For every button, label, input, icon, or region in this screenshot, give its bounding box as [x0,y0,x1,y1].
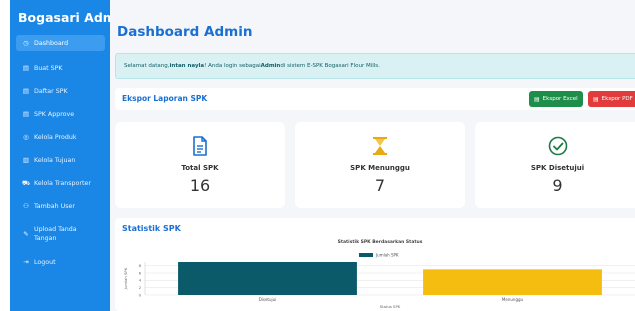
sidebar-item-label: Dashboard [34,39,69,47]
page-title: Dashboard Admin [117,24,253,40]
gauge-icon: ◷ [23,39,29,47]
chart-card: Statistik SPK Statistik SPK Berdasarkan … [115,218,635,311]
stat-value: 16 [189,176,211,195]
main-content: Dashboard Admin Selamat datang, intan na… [110,0,635,311]
stat-card-disetujui: SPK Disetujui 9 [475,122,635,208]
sidebar-item-label: Kelola Transporter [34,179,91,187]
y-tick-label: 8 [139,263,142,268]
legend-swatch [359,253,373,257]
export-excel-button[interactable]: ▤ Ekspor Excel [529,91,583,107]
check-file-icon: ▤ [22,110,30,118]
truck-icon: ⛟ [22,178,31,187]
stat-card-total: Total SPK 16 [115,122,285,208]
sidebar-item-buat-spk[interactable]: ▤ Buat SPK [16,60,105,76]
box-icon: ◎ [23,133,29,141]
sidebar-item-label: Upload Tanda Tangan [34,226,77,242]
export-card: Ekspor Laporan SPK ▤ Ekspor Excel ▤ Eksp… [115,88,635,110]
alert-middle: ! Anda login sebagai [204,63,261,69]
sidebar-item-logout[interactable]: ⇥ Logout [16,254,105,270]
x-tick-label: Disetujui [259,297,277,302]
export-excel-label: Ekspor Excel [542,96,578,102]
sidebar-item-label: Logout [34,258,56,266]
bar-chart: Statistik SPK Berdasarkan Status Jumlah S… [123,239,635,309]
pdf-file-icon: ▤ [593,95,599,103]
alert-role: Admin [260,63,281,69]
hourglass-icon [295,136,465,156]
stat-label: SPK Disetujui [530,164,585,172]
logout-icon: ⇥ [23,258,29,266]
stat-label: SPK Menunggu [350,164,410,172]
sidebar-item-label: SPK Approve [34,110,75,118]
check-circle-icon [475,136,635,156]
y-tick-label: 0 [139,292,142,297]
export-title: Ekspor Laporan SPK [122,94,208,103]
bar-disetujui [178,262,357,295]
file-plus-icon: ▤ [22,64,30,72]
sidebar-item-label: Kelola Tujuan [34,156,76,164]
stat-value: 7 [374,176,386,195]
export-pdf-label: Ekspor PDF [601,96,633,102]
alert-prefix: Selamat datang, [124,63,170,69]
x-axis-label: Status SPK [380,304,401,309]
x-tick-label: Menunggu [502,297,524,302]
sidebar-item-label: Kelola Produk [34,133,77,141]
y-axis-label: Jumlah SPK [123,267,128,290]
sidebar-item-spk-approve[interactable]: ▤ SPK Approve [16,106,105,122]
legend-label: Jumlah SPK [375,253,399,258]
sidebar-item-kelola-tujuan[interactable]: ▥ Kelola Tujuan [16,152,105,168]
sidebar-item-tambah-user[interactable]: ⚇ Tambah User [16,198,105,214]
sidebar-item-upload-tanda-tangan[interactable]: ✎ Upload Tanda Tangan [16,223,105,247]
bar-menunggu [423,269,602,295]
sidebar-item-label: Tambah User [34,202,75,210]
building-icon: ▥ [22,156,30,164]
list-icon: ▤ [22,87,30,95]
excel-file-icon: ▤ [534,95,540,103]
welcome-alert: Selamat datang, intan nayla! Anda login … [115,53,635,79]
y-tick-label: 2 [139,285,142,290]
sidebar-item-kelola-produk[interactable]: ◎ Kelola Produk [16,129,105,145]
y-tick-label: 4 [139,278,142,283]
app: Bogasari Admin ◷ Dashboard ▤ Buat SPK ▤ … [0,0,635,311]
export-pdf-button[interactable]: ▤ Ekspor PDF [588,91,635,107]
sidebar-item-label: Buat SPK [34,64,63,72]
alert-username: intan nayla [169,63,205,69]
stat-value: 9 [552,176,563,195]
stat-card-menunggu: SPK Menunggu 7 [295,122,465,208]
sidebar-item-kelola-transporter[interactable]: ⛟ Kelola Transporter [16,175,105,191]
sidebar-item-daftar-spk[interactable]: ▤ Daftar SPK [16,83,105,99]
alert-suffix: di sistem E-SPK Bogasari Flour Mills. [280,63,380,69]
pen-icon: ✎ [23,230,29,238]
sidebar: Bogasari Admin ◷ Dashboard ▤ Buat SPK ▤ … [10,0,129,311]
chart-title: Statistik SPK Berdasarkan Status [338,239,423,245]
user-plus-icon: ⚇ [23,202,29,210]
stat-label: Total SPK [181,164,219,172]
sidebar-item-label: Daftar SPK [34,87,68,95]
y-tick-label: 6 [139,270,142,275]
sidebar-item-dashboard[interactable]: ◷ Dashboard [16,35,105,51]
document-icon [115,136,285,156]
